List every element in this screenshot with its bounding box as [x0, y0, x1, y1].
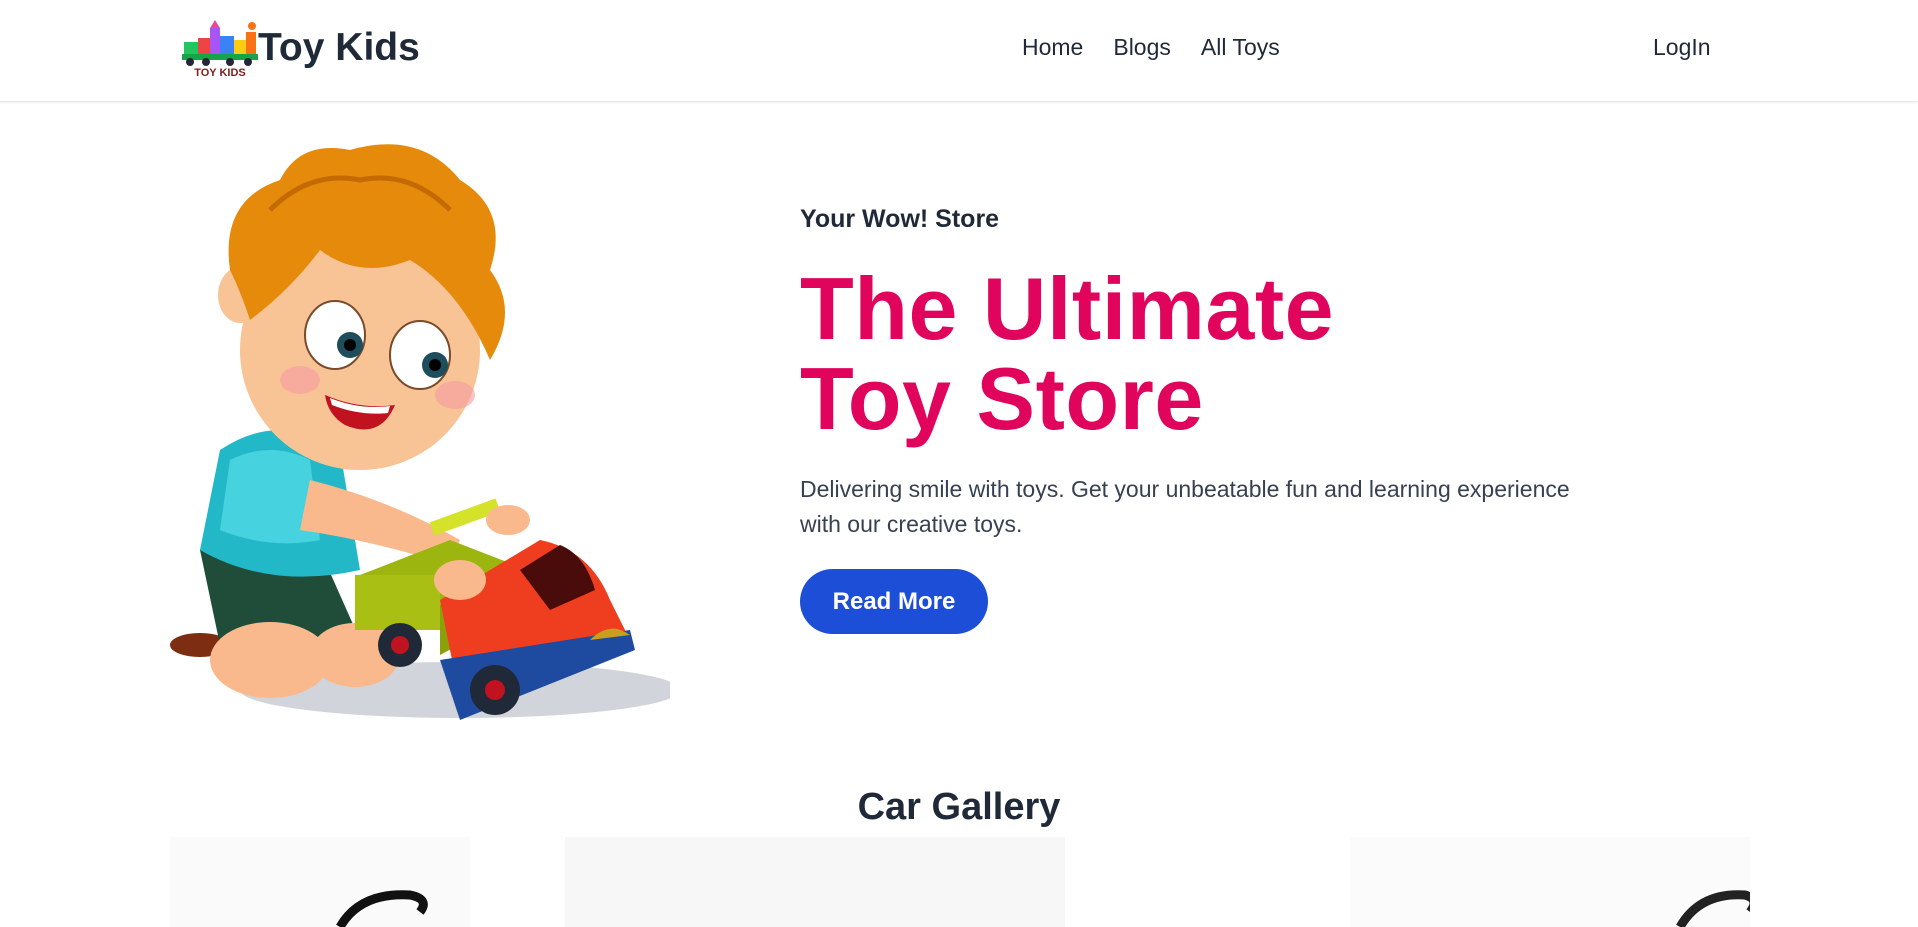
brand[interactable]: TOY KIDS Toy Kids	[180, 18, 420, 78]
hero-description: Delivering smile with toys. Get your unb…	[800, 476, 1570, 537]
gallery-image-2[interactable]	[565, 837, 1065, 927]
navbar: TOY KIDS Toy Kids Home Blogs All Toys Lo…	[0, 0, 1918, 102]
nav-blogs[interactable]: Blogs	[1113, 34, 1171, 61]
brand-name: Toy Kids	[258, 26, 420, 69]
gallery-image-1[interactable]	[170, 837, 470, 927]
nav-home[interactable]: Home	[1022, 34, 1083, 61]
gallery-title: Car Gallery	[857, 786, 1061, 828]
read-more-button[interactable]: Read More	[800, 569, 988, 634]
gallery-image-3[interactable]	[1350, 837, 1750, 927]
main-nav: Home Blogs All Toys	[1022, 34, 1280, 61]
toy-kids-logo: TOY KIDS	[182, 20, 258, 78]
hero-headline: The Ultimate Toy Store	[800, 259, 1335, 448]
nav-all-toys[interactable]: All Toys	[1201, 34, 1280, 61]
hero-section: Your Wow! Store The Ultimate Toy Store D…	[800, 205, 1600, 542]
login-link[interactable]: LogIn	[1653, 34, 1711, 61]
car-gallery	[170, 837, 1750, 927]
hero-eyebrow: Your Wow! Store	[800, 205, 1000, 233]
boy-with-toy-truck-illustration	[170, 144, 670, 720]
logo-text: TOY KIDS	[194, 67, 246, 78]
